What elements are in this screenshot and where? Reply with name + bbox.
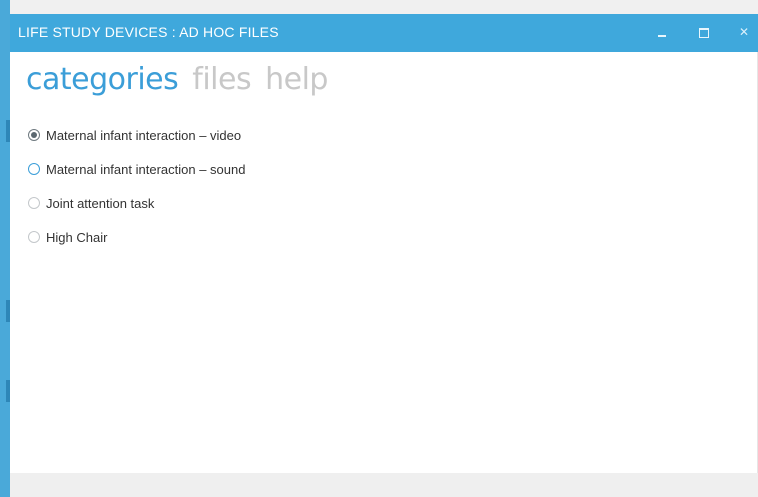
- radio-button[interactable]: [28, 231, 40, 243]
- close-button[interactable]: ✕: [730, 20, 758, 44]
- radio-button[interactable]: [28, 197, 40, 209]
- screen: LIFE STUDY DEVICES : AD HOC FILES ✕ cate…: [0, 0, 758, 497]
- tab-files[interactable]: files: [192, 62, 251, 97]
- option-label: Maternal infant interaction – sound: [46, 161, 246, 177]
- app-window: LIFE STUDY DEVICES : AD HOC FILES ✕ cate…: [10, 14, 758, 497]
- status-bar: [10, 473, 758, 497]
- maximize-button[interactable]: [690, 20, 718, 44]
- radio-button[interactable]: [28, 163, 40, 175]
- option-label: Joint attention task: [46, 195, 155, 211]
- option-label: High Chair: [46, 229, 108, 245]
- minimize-icon: [658, 34, 666, 37]
- minimize-button[interactable]: [648, 20, 676, 44]
- radio-selected-dot: [31, 132, 37, 138]
- category-option-joint-attention[interactable]: Joint attention task: [28, 186, 245, 220]
- category-option-video[interactable]: Maternal infant interaction – video: [28, 118, 245, 152]
- option-label: Maternal infant interaction – video: [46, 127, 242, 143]
- background-window-edge: [0, 0, 10, 497]
- window-title: LIFE STUDY DEVICES : AD HOC FILES: [18, 24, 279, 40]
- tab-categories[interactable]: categories: [26, 62, 179, 97]
- main-nav: categories files help: [26, 62, 328, 102]
- maximize-icon: [699, 27, 709, 38]
- title-bar[interactable]: LIFE STUDY DEVICES : AD HOC FILES ✕: [10, 14, 758, 52]
- background-window-strip: [10, 0, 758, 14]
- category-option-sound[interactable]: Maternal infant interaction – sound: [28, 152, 245, 186]
- category-option-high-chair[interactable]: High Chair: [28, 220, 245, 254]
- close-icon: ✕: [738, 25, 750, 39]
- radio-button[interactable]: [28, 129, 40, 141]
- tab-help[interactable]: help: [265, 62, 328, 97]
- category-options: Maternal infant interaction – video Mate…: [28, 118, 245, 254]
